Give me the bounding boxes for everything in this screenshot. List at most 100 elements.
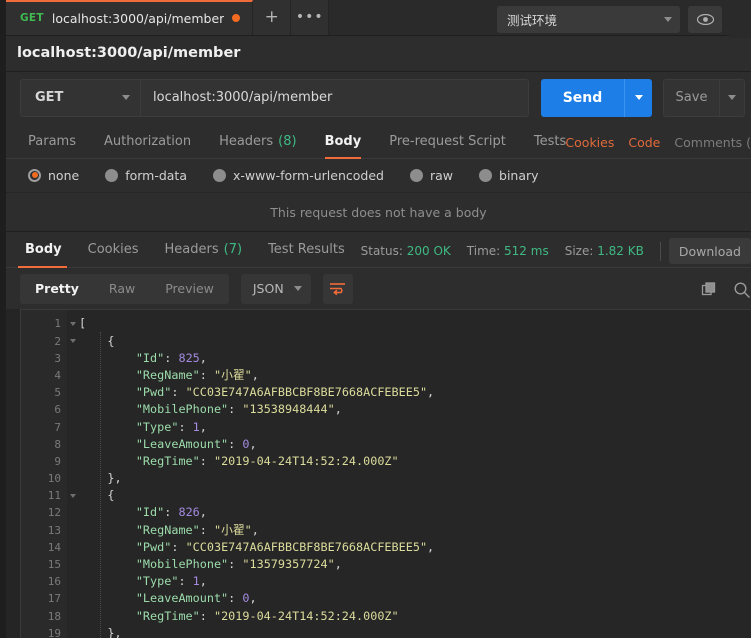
- response-tab-body[interactable]: Body: [12, 232, 75, 267]
- tab-params[interactable]: Params: [20, 124, 90, 158]
- word-wrap-button[interactable]: [323, 274, 353, 304]
- response-format-select[interactable]: JSON: [241, 274, 311, 304]
- status-label: Status:: [361, 244, 403, 258]
- line-number: 6: [21, 401, 67, 418]
- code-token-num: 825: [178, 351, 199, 365]
- unsaved-dot-icon: [232, 14, 240, 22]
- copy-icon: [701, 282, 717, 298]
- response-tab-test-results[interactable]: Test Results: [255, 232, 358, 267]
- page-title: localhost:3000/api/member: [17, 45, 240, 61]
- code-line: "Type": 1,: [79, 419, 751, 436]
- code-token-punc: :: [178, 574, 192, 588]
- code-line: },: [79, 625, 751, 638]
- code-token-punc: },: [107, 626, 121, 638]
- code-token-punc: :: [164, 505, 178, 519]
- tab-authorization[interactable]: Authorization: [90, 124, 205, 158]
- response-body-viewer[interactable]: 1234567891011121314151617181920 [ { "Id"…: [20, 309, 751, 638]
- body-type-form-data-label: form-data: [125, 168, 187, 183]
- view-mode-preview[interactable]: Preview: [150, 274, 229, 304]
- code-token-punc: :: [200, 609, 214, 623]
- tab-method-label: GET: [20, 12, 44, 24]
- line-number: 8: [21, 436, 67, 453]
- code-token-punc: :: [200, 523, 214, 537]
- line-number: 17: [21, 590, 67, 607]
- tab-pre-request-script-label: Pre-request Script: [389, 134, 506, 149]
- body-type-none-label: none: [48, 168, 79, 183]
- code-link[interactable]: Code: [628, 135, 660, 150]
- save-options-button[interactable]: [719, 79, 745, 117]
- code-token-str: "CC03E747A6AFBBCBF8BE7668ACFEBEE5": [186, 385, 427, 399]
- tab-pre-request-script[interactable]: Pre-request Script: [375, 124, 520, 158]
- response-tab-cookies-label: Cookies: [88, 242, 139, 257]
- body-type-none[interactable]: none: [28, 168, 79, 183]
- code-token-punc: :: [171, 540, 185, 554]
- environment-zone: 测试环境: [497, 0, 751, 38]
- code-token-key: "RegTime": [136, 609, 200, 623]
- new-tab-button[interactable]: +: [253, 0, 291, 35]
- line-number: 13: [21, 522, 67, 539]
- send-group: Send: [541, 79, 652, 117]
- response-tab-cookies[interactable]: Cookies: [75, 232, 152, 267]
- code-token-key: "Type": [136, 574, 179, 588]
- tab-body[interactable]: Body: [311, 124, 376, 158]
- response-tabs: Body Cookies Headers (7) Test Results St…: [6, 232, 751, 268]
- code-token-key: "Id": [136, 351, 164, 365]
- body-type-binary[interactable]: binary: [479, 168, 539, 183]
- code-line: "Pwd": "CC03E747A6AFBBCBF8BE7668ACFEBEE5…: [79, 384, 751, 401]
- environment-quick-look-button[interactable]: [688, 6, 722, 33]
- environment-settings-button[interactable]: [729, 0, 751, 38]
- body-type-form-data[interactable]: form-data: [105, 168, 187, 183]
- body-type-urlencoded[interactable]: x-www-form-urlencoded: [213, 168, 384, 183]
- code-token-punc: ,: [427, 385, 434, 399]
- eye-icon: [697, 14, 714, 25]
- comments-link[interactable]: Comments (: [674, 135, 751, 150]
- save-button[interactable]: Save: [663, 79, 719, 117]
- code-token-punc: ,: [250, 591, 257, 605]
- view-mode-pretty[interactable]: Pretty: [20, 274, 94, 304]
- line-number: 7: [21, 419, 67, 436]
- view-mode-raw[interactable]: Raw: [94, 274, 150, 304]
- tab-options-button[interactable]: •••: [291, 0, 329, 35]
- search-button[interactable]: [733, 281, 751, 299]
- send-options-button[interactable]: [624, 79, 652, 117]
- code-token-str: "2019-04-24T14:52:24.000Z": [214, 454, 399, 468]
- no-body-message: This request does not have a body: [6, 193, 751, 233]
- code-token-punc: [: [79, 316, 86, 330]
- chevron-down-icon: [664, 17, 672, 22]
- code-line: "LeaveAmount": 0,: [79, 436, 751, 453]
- code-token-punc: },: [107, 471, 121, 485]
- copy-button[interactable]: [701, 282, 717, 298]
- code-token-key: "RegTime": [136, 454, 200, 468]
- code-token-num: 1: [193, 574, 200, 588]
- environment-selector[interactable]: 测试环境: [497, 6, 680, 33]
- code-token-key: "Id": [136, 505, 164, 519]
- response-tab-headers-label: Headers: [165, 242, 219, 257]
- response-json-content[interactable]: [ { "Id": 825, "RegName": "小翟", "Pwd": "…: [67, 310, 751, 638]
- download-button[interactable]: Download: [669, 238, 751, 264]
- response-tab-headers-count: (7): [224, 242, 242, 257]
- http-method-select[interactable]: GET: [21, 80, 141, 116]
- code-token-punc: {: [107, 334, 114, 348]
- code-token-num: 0: [242, 591, 249, 605]
- code-token-str: "13538948444": [242, 402, 334, 416]
- code-token-num: 826: [178, 505, 199, 519]
- send-button[interactable]: Send: [541, 79, 624, 117]
- fold-guide-line: [100, 332, 101, 638]
- response-viewer-toolbar: Pretty Raw Preview JSON: [6, 268, 751, 309]
- request-tab[interactable]: GET localhost:3000/api/member: [6, 0, 253, 35]
- code-token-punc: :: [171, 385, 185, 399]
- cookies-link[interactable]: Cookies: [565, 135, 614, 150]
- request-url-input[interactable]: localhost:3000/api/member: [141, 80, 528, 116]
- tab-headers-count: (8): [278, 134, 296, 149]
- code-token-key: "MobilePhone": [136, 402, 228, 416]
- radio-icon: [410, 169, 423, 182]
- request-title-row: localhost:3000/api/member: [6, 36, 751, 72]
- code-line: "Id": 825,: [79, 350, 751, 367]
- tab-headers[interactable]: Headers (8): [205, 124, 311, 158]
- line-number: 14: [21, 539, 67, 556]
- tab-body-label: Body: [325, 134, 362, 149]
- response-tab-headers[interactable]: Headers (7): [152, 232, 256, 267]
- line-number-gutter: 1234567891011121314151617181920: [21, 310, 67, 638]
- body-type-raw[interactable]: raw: [410, 168, 453, 183]
- code-token-key: "Pwd": [136, 540, 172, 554]
